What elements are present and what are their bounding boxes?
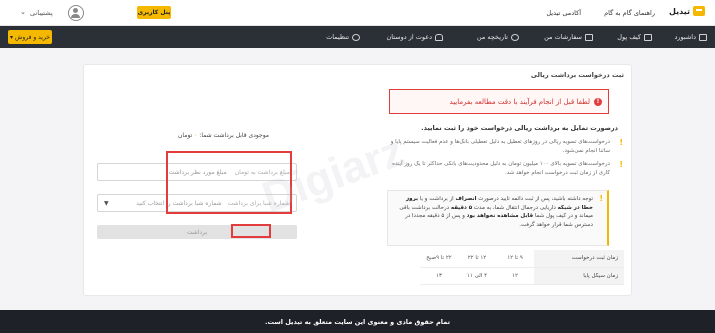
username[interactable]: پشتیبانی: [30, 9, 53, 17]
dashboard-icon: [699, 33, 707, 41]
main-nav: داشبورد کیف پول سفارشات من تاریخچه من دع…: [0, 26, 715, 48]
table-cell: ۱۲: [496, 267, 534, 285]
table-cell: ۲۲ تا ۹صبح: [420, 250, 458, 268]
alert-text: لطفا قبل از انجام فرآیند با دقت مطالعه ب…: [449, 97, 590, 106]
schedule-table: زمان ثبت درخواست ۹ تا ۱۲ ۱۲ تا ۲۲ ۲۲ تا …: [420, 250, 624, 285]
info-text: توجه داشته باشید، پس از ثبت دائمه تایید …: [478, 196, 593, 202]
note-large-amounts: ! درخواست‌های تسویه بالای ۱۰۰ میلیون توم…: [390, 160, 624, 178]
warning-icon: !: [599, 194, 603, 203]
nav-label: تنظیمات: [326, 33, 349, 41]
note-text: درخواست‌های تسویه بالای ۱۰۰ میلیون تومان…: [392, 161, 610, 176]
balance-label: موجودی قابل برداشت شما:: [199, 132, 270, 139]
warning-icon: !: [619, 138, 623, 147]
alert-icon: !: [594, 97, 602, 106]
nav-item-history[interactable]: تاریخچه من: [477, 33, 519, 41]
warning-icon: !: [619, 160, 623, 169]
table-cell: زمان سیکل پایا: [534, 267, 624, 285]
nav-label: داشبورد: [674, 33, 697, 41]
top-bar: تیدیل راهنمای گام به گام آکادمی تیدیل پن…: [0, 0, 715, 26]
chevron-down-icon[interactable]: ⌄: [20, 8, 26, 16]
table-row: زمان ثبت درخواست ۹ تا ۱۲ ۱۲ تا ۲۲ ۲۲ تا …: [420, 250, 624, 268]
trade-button[interactable]: خرید و فروش ▾: [8, 30, 52, 44]
avatar-icon[interactable]: [68, 5, 84, 21]
table-cell: ۴ الی ۱۱: [458, 267, 496, 285]
nav-item-invite[interactable]: دعوت از دوستان: [386, 33, 443, 41]
withdrawable-balance: موجودی قابل برداشت شما: ۰ تومان: [178, 132, 269, 139]
info-bold: قابل مشاهده نخواهد بود: [466, 213, 534, 219]
section-heading: درصورت تمایل به برداشت ریالی درخواست خود…: [421, 124, 618, 132]
note-holidays: ! درخواست‌های تسویه ریالی در روزهای تعطی…: [390, 138, 624, 156]
logo-icon: [693, 6, 705, 16]
user-panel-button[interactable]: پنل کاربری: [137, 6, 171, 19]
nav-item-dashboard[interactable]: داشبورد: [674, 33, 707, 41]
table-cell: زمان ثبت درخواست: [534, 250, 624, 268]
nav-label: دعوت از دوستان: [386, 33, 432, 41]
table-cell: ۹ تا ۱۲: [496, 250, 534, 268]
nav-item-wallet[interactable]: کیف پول: [617, 33, 652, 41]
balance-value: ۰: [194, 132, 198, 139]
footer: تمام حقوق مادی و معنوی این سایت متعلق به…: [0, 310, 715, 333]
guide-link[interactable]: راهنمای گام به گام: [604, 9, 655, 17]
nav-item-orders[interactable]: سفارشات من: [544, 33, 593, 41]
chevron-down-icon: ▼: [104, 200, 109, 207]
nav-label: کیف پول: [617, 33, 641, 41]
info-bold: انصراف: [455, 196, 477, 202]
highlight-frame: [231, 224, 271, 238]
highlight-frame: [166, 151, 292, 214]
note-text: درخواست‌های تسویه ریالی در روزهای تعطیل …: [390, 139, 610, 154]
wallet-icon: [644, 33, 652, 41]
balance-unit: تومان: [178, 132, 193, 139]
table-cell: ۱۳: [420, 267, 458, 285]
nav-label: تاریخچه من: [476, 33, 508, 41]
table-row: زمان سیکل پایا ۱۲ ۴ الی ۱۱ ۱۳: [420, 267, 624, 285]
footer-text: تمام حقوق مادی و معنوی این سایت متعلق به…: [264, 317, 451, 326]
info-text: داریایی درجمال انتقال شما، به مدت: [473, 204, 556, 211]
page-title: ثبت درخواست برداشت ریالی: [530, 71, 624, 79]
table-cell: ۱۲ تا ۲۲: [458, 250, 496, 268]
trade-label: خرید و فروش: [15, 33, 50, 41]
warning-alert: ! لطفا قبل از انجام فرآیند با دقت مطالعه…: [389, 89, 609, 114]
people-icon: [435, 33, 443, 41]
info-text: از برداشت و یا: [419, 196, 454, 202]
history-icon: [511, 33, 519, 41]
gear-icon: [352, 33, 360, 41]
academy-link[interactable]: آکادمی تیدیل: [546, 9, 581, 17]
nav-item-settings[interactable]: تنظیمات: [326, 33, 360, 41]
nav-label: سفارشات من: [544, 33, 582, 41]
logo-text: تیدیل: [668, 6, 690, 16]
brand-logo[interactable]: تیدیل: [669, 6, 705, 16]
chevron-down-icon: ▾: [10, 33, 14, 41]
info-box: ! توجه داشته باشید، پس از ثبت دائمه تایی…: [387, 190, 609, 246]
info-bold: ۵ دقیقه: [450, 204, 473, 211]
orders-icon: [585, 33, 593, 41]
